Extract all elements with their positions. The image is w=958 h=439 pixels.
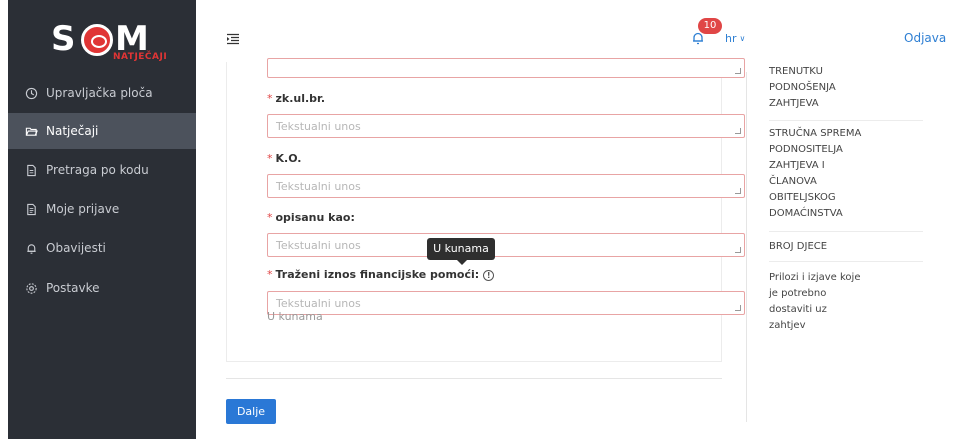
panel-divider: [746, 72, 747, 422]
textarea-previous[interactable]: [267, 58, 745, 78]
panel-item-submission-time: TRENUTKU PODNOŠENJA ZAHTJEVA: [769, 66, 836, 109]
required-mark: *: [267, 211, 273, 224]
logo[interactable]: S M NATJEČAJI: [8, 0, 196, 72]
textarea-opisanu-kao[interactable]: Tekstualni unos: [267, 233, 745, 257]
sidebar-item-search-code[interactable]: Pretraga po kodu: [8, 152, 196, 188]
logout-link[interactable]: Odjava: [904, 31, 946, 45]
logo-fish-icon: [81, 24, 113, 56]
panel-item-children: BROJ DJECE: [769, 241, 828, 252]
sidebar-item-label: Obavijesti: [46, 241, 106, 255]
logo-letter-m: M: [115, 19, 149, 59]
main-content: * zk.ul.br. Tekstualni unos * K.O. Tekstua…: [196, 58, 958, 439]
menu-toggle-icon[interactable]: [226, 30, 240, 45]
field-label-text: Traženi iznos financijske pomoći:: [275, 268, 480, 281]
app-root: S M NATJEČAJI Upravljačka ploča Natječaj…: [0, 0, 958, 439]
tooltip: U kunama: [427, 238, 495, 265]
logo-letter-s: S: [51, 19, 76, 59]
sidebar-item-notifications[interactable]: Obavijesti: [8, 230, 196, 266]
required-mark: *: [267, 152, 273, 165]
field-label-opisanu-kao: * opisanu kao:: [267, 211, 355, 224]
help-text-kune: U kunama: [267, 310, 323, 323]
field-label-text: zk.ul.br.: [275, 92, 326, 105]
sidebar-item-dashboard[interactable]: Upravljačka ploča: [8, 75, 196, 111]
textarea-ko[interactable]: Tekstualni unos: [267, 174, 745, 198]
textarea-zkulbr[interactable]: Tekstualni unos: [267, 114, 745, 138]
panel-separator: [769, 261, 923, 262]
notifications-badge: 10: [698, 18, 722, 34]
dashboard-icon: [24, 86, 38, 100]
panel-item-attachments[interactable]: Prilozi i izjave koje je potrebno dostav…: [769, 270, 923, 334]
field-label-zkulbr: * zk.ul.br.: [267, 92, 325, 105]
sidebar-item-label: Natječaji: [46, 124, 99, 138]
folder-open-icon: [24, 124, 38, 138]
sidebar-item-label: Upravljačka ploča: [46, 86, 153, 100]
logo-subtitle: NATJEČAJI: [113, 52, 168, 62]
language-label: hr: [725, 32, 737, 45]
language-selector[interactable]: hr ∨: [725, 32, 745, 45]
field-label-text: K.O.: [275, 152, 302, 165]
field-label-iznos: * Traženi iznos financijske pomoći:!: [267, 268, 495, 281]
sidebar-item-natjecaji[interactable]: Natječaji: [8, 113, 196, 149]
panel-separator: [769, 231, 923, 232]
info-icon[interactable]: !: [483, 269, 495, 281]
sidebar-item-label: Moje prijave: [46, 202, 120, 216]
field-label-text: opisanu kao:: [275, 211, 355, 224]
required-mark: *: [267, 92, 273, 105]
chevron-down-icon: ∨: [739, 34, 746, 43]
field-label-ko: * K.O.: [267, 152, 302, 165]
sidebar-item-label: Pretraga po kodu: [46, 163, 149, 177]
panel-separator: [769, 120, 923, 121]
file-list-icon: [24, 202, 38, 216]
next-button[interactable]: Dalje: [226, 399, 276, 424]
logo-mark: S M NATJEČAJI: [37, 8, 167, 64]
bell-icon: [24, 241, 38, 255]
sidebar-item-settings[interactable]: Postavke: [8, 270, 196, 306]
sidebar-item-label: Postavke: [46, 281, 100, 295]
sidebar-item-my-applications[interactable]: Moje prijave: [8, 191, 196, 227]
panel-item-education: STRUČNA SPREMA PODNOSITELJA ZAHTJEVA I Č…: [769, 128, 862, 219]
gear-icon: [24, 281, 38, 295]
form-card: * zk.ul.br. Tekstualni unos * K.O. Tekstua…: [226, 58, 745, 362]
document-icon: [24, 163, 38, 177]
textarea-iznos[interactable]: Tekstualni unos: [267, 291, 745, 315]
sidebar: S M NATJEČAJI Upravljačka ploča Natječaj…: [8, 0, 196, 439]
form-divider: [226, 378, 722, 379]
required-mark: *: [267, 268, 273, 281]
